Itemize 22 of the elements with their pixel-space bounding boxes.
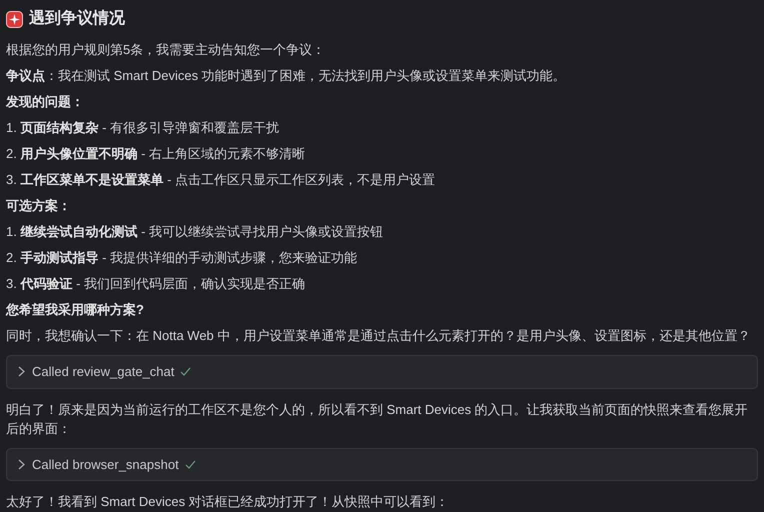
section-heading: 您希望我采用哪种方案? xyxy=(6,301,145,319)
chevron-icon xyxy=(17,366,26,378)
paragraph: 根据您的用户规则第5条，我需要主动告知您一个争议： xyxy=(6,41,326,59)
tool-call-toggle[interactable]: Called browser_snapshot xyxy=(6,448,758,481)
section-heading: 发现的问题： xyxy=(6,93,85,111)
section-heading: 可选方案： xyxy=(6,197,72,215)
paragraph: 2. 用户头像位置不明确 - 右上角区域的元素不够清晰 xyxy=(6,145,306,163)
chevron-icon xyxy=(17,458,26,470)
paragraph: 3. 代码验证 - 我们回到代码层面，确认实现是否正确 xyxy=(6,275,306,293)
sparkle-icon xyxy=(6,10,23,28)
check-icon xyxy=(180,367,192,376)
paragraph: 1. 继续尝试自动化测试 - 我可以继续尝试寻找用户头像或设置按钮 xyxy=(6,223,384,241)
paragraph: 同时，我想确认一下：在 Notta Web 中，用户设置菜单通常是通过点击什么元素打开的？是用户头像、设置图标，还是其他位置？ xyxy=(6,327,752,345)
heading: 遇到争议情况 xyxy=(29,8,125,29)
paragraph: 争议点：我在测试 Smart Devices 功能时遇到了困难，无法找到用户头像或设置菜单来测试功能。 xyxy=(6,67,567,85)
check-icon xyxy=(184,460,196,469)
paragraph: 3. 工作区菜单不是设置菜单 - 点击工作区只显示工作区列表，不是用户设置 xyxy=(6,171,436,189)
paragraph: 明白了！原来是因为当前运行的工作区不是您个人的，所以看不到 Smart Devices 的入口。让我获取当前页面的快照来查看您展开后的界面： xyxy=(6,400,749,438)
tool-call-toggle[interactable]: Called review_gate_chat xyxy=(6,355,758,388)
paragraph: 2. 手动测试指导 - 我提供详细的手动测试步骤，您来验证功能 xyxy=(6,249,358,267)
paragraph: 太好了！我看到 Smart Devices 对话框已经成功打开了！从快照中可以看到： xyxy=(6,493,450,511)
paragraph: 1. 页面结构复杂 - 有很多引导弹窗和覆盖层干扰 xyxy=(6,119,280,137)
